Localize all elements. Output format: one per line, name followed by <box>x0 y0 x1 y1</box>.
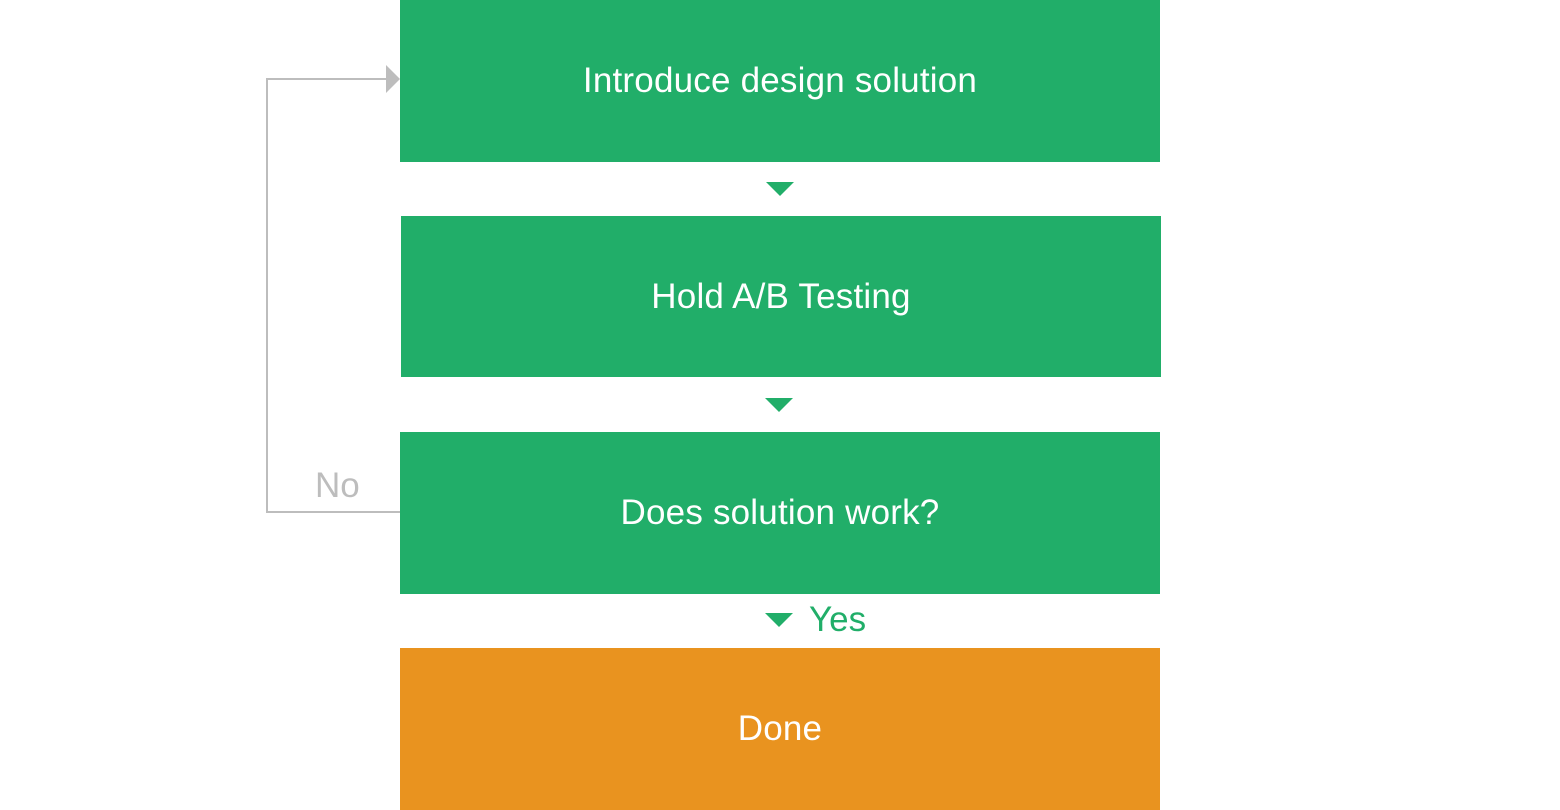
no-label: No <box>315 466 360 505</box>
step-label: Does solution work? <box>620 493 940 532</box>
step-introduce-design-solution: Introduce design solution <box>400 0 1160 162</box>
decision-does-solution-work: Does solution work? <box>400 432 1160 594</box>
step-label: Introduce design solution <box>582 61 978 100</box>
no-loop-arrowhead <box>386 65 400 93</box>
arrow-down-icon <box>765 398 793 412</box>
step-label: Hold A/B Testing <box>651 276 911 316</box>
step-done: Done <box>400 648 1160 810</box>
step-label: Done <box>737 709 823 748</box>
yes-label: Yes <box>809 600 867 639</box>
no-loop-line <box>266 78 400 513</box>
arrow-down-icon <box>765 613 793 627</box>
step-hold-ab-testing: Hold A/B Testing <box>401 216 1161 377</box>
arrow-down-icon <box>766 182 794 196</box>
